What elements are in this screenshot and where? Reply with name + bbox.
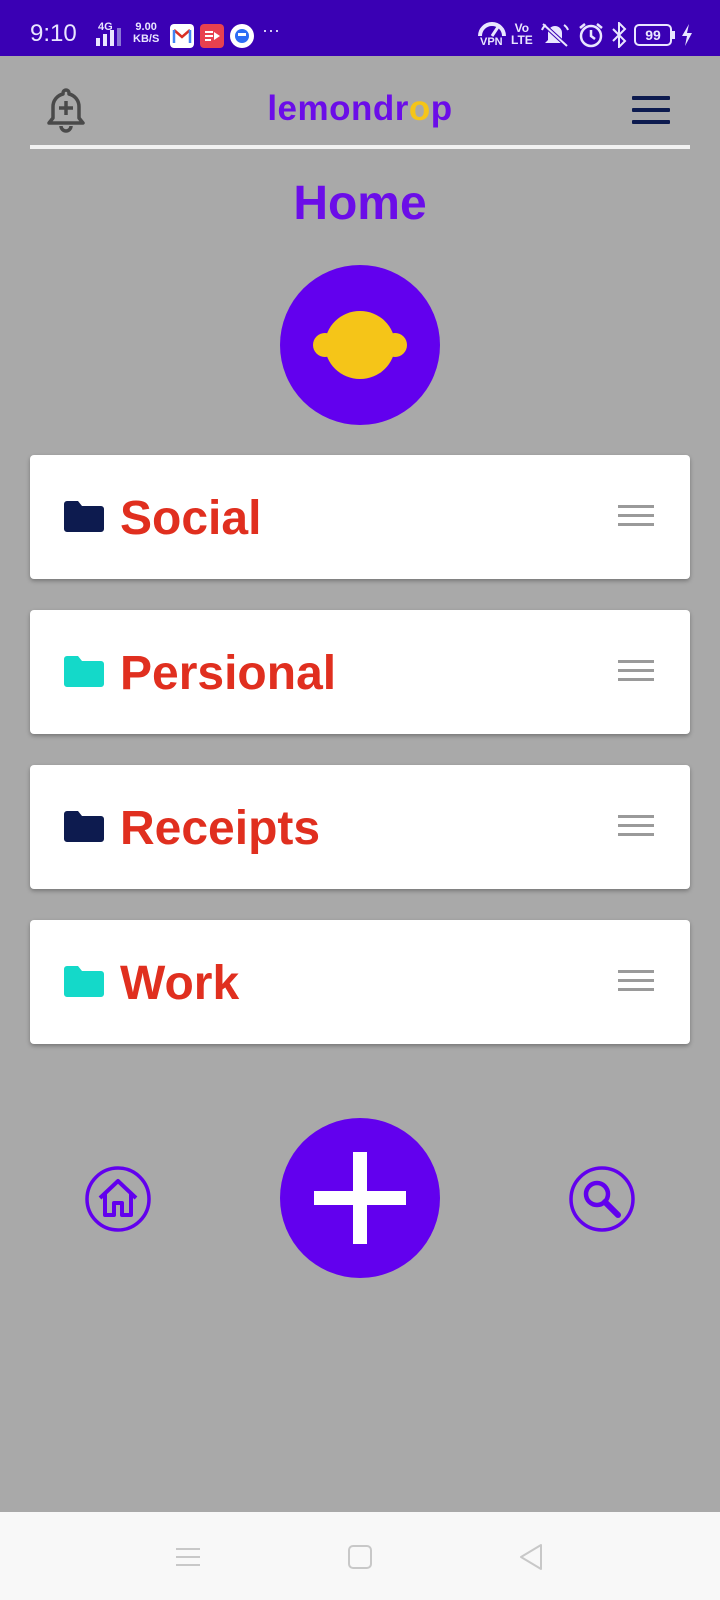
drag-handle-icon[interactable]	[618, 970, 654, 994]
signal-icon	[96, 28, 121, 46]
charging-icon	[682, 24, 692, 46]
search-icon	[569, 1166, 635, 1232]
back-icon[interactable]	[517, 1542, 547, 1572]
bluetooth-icon	[612, 22, 627, 48]
home-nav-icon[interactable]	[345, 1542, 375, 1572]
network-speed: 9.00 KB/S	[133, 21, 159, 45]
more-notifications: ···	[262, 20, 280, 40]
status-bar: 9:10 4G 9.00 KB/S ··· VPN Vo LTE 99	[0, 0, 720, 56]
folder-icon	[64, 501, 104, 532]
add-notification-icon	[47, 88, 85, 133]
video-app-icon	[200, 24, 224, 48]
folder-label: Social	[120, 492, 262, 545]
folder-icon	[64, 811, 104, 842]
home-icon	[85, 1166, 151, 1232]
alarm-icon	[579, 23, 603, 48]
menu-icon	[632, 96, 670, 124]
lemon-icon	[313, 311, 407, 379]
brand-suffix: p	[430, 89, 453, 128]
vpn-label: VPN	[480, 36, 503, 48]
add-notification-button[interactable]	[44, 86, 88, 134]
gmail-icon	[170, 24, 194, 48]
plus-icon	[314, 1152, 406, 1244]
drag-handle-icon[interactable]	[618, 815, 654, 839]
speed-value: 9.00	[135, 21, 157, 33]
avatar[interactable]	[280, 265, 440, 425]
add-folder-button[interactable]	[280, 1118, 440, 1278]
recents-icon[interactable]	[173, 1542, 203, 1572]
folder-card-social[interactable]: Social	[30, 455, 690, 579]
search-button[interactable]	[568, 1165, 636, 1233]
brand-prefix: lemondr	[267, 89, 409, 128]
status-time: 9:10	[30, 20, 77, 47]
volte-indicator: Vo LTE	[511, 22, 533, 46]
folder-card-receipts[interactable]: Receipts	[30, 765, 690, 889]
brand-highlight: o	[408, 89, 431, 128]
header-divider	[30, 145, 690, 149]
menu-button[interactable]	[632, 96, 670, 124]
drag-handle-icon[interactable]	[618, 505, 654, 529]
volte-bottom: LTE	[511, 33, 533, 47]
page-title: Home	[293, 177, 427, 230]
folder-icon	[64, 966, 104, 997]
speed-unit: KB/S	[133, 33, 160, 45]
folder-label: Work	[120, 957, 240, 1010]
mi-app-icon	[230, 24, 254, 48]
drag-handle-icon[interactable]	[618, 660, 654, 684]
folder-card-work[interactable]: Work	[30, 920, 690, 1044]
mute-icon	[541, 22, 569, 48]
app-logo: lemondrop	[200, 89, 520, 129]
folder-card-persional[interactable]: Persional	[30, 610, 690, 734]
home-button[interactable]	[84, 1165, 152, 1233]
battery-icon: 99	[634, 24, 672, 46]
battery-cap	[672, 31, 675, 39]
folder-icon	[64, 656, 104, 687]
folder-label: Persional	[120, 647, 337, 700]
folder-label: Receipts	[120, 802, 321, 855]
